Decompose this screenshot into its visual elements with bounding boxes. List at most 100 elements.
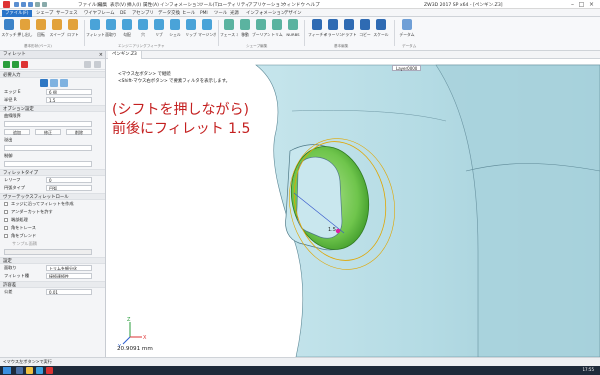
trim-button[interactable]: トリム — [270, 19, 284, 41]
margin-box-button[interactable]: マージンボックス — [198, 19, 216, 41]
section-required[interactable]: 必要入力 — [0, 71, 105, 78]
tab-assembly[interactable]: アセンブリ — [132, 10, 154, 17]
face-offset-button[interactable]: フェース オフセット — [220, 19, 238, 41]
tab-file[interactable]: ファイル(F) — [2, 10, 32, 17]
radius-field[interactable]: 1.5 — [46, 97, 92, 103]
menu-utility[interactable]: ユーティリティ — [218, 2, 250, 8]
shape-select[interactable]: 円弧 — [46, 185, 92, 191]
browser-icon[interactable] — [36, 367, 43, 374]
mirror-button[interactable]: ミラーリング — [324, 19, 342, 41]
cancel-icon[interactable] — [21, 61, 28, 68]
tab-penguin-document[interactable]: ペンギン.Z3 — [108, 51, 142, 59]
minimize-icon[interactable]: – — [569, 1, 576, 8]
checkbox[interactable] — [4, 226, 8, 230]
edge-field[interactable]: 6 個 — [46, 89, 92, 95]
maximize-icon[interactable]: □ — [578, 1, 585, 8]
curve-limit-field[interactable] — [4, 121, 92, 127]
options-icon[interactable] — [84, 61, 91, 68]
rib-button[interactable]: リブ — [152, 19, 166, 41]
tab-surface[interactable]: サーフェス — [56, 10, 78, 17]
panel-close-icon[interactable]: × — [99, 51, 103, 59]
drag-button[interactable]: ドラフト — [341, 19, 357, 41]
datum-button[interactable]: データム — [399, 19, 415, 41]
fillet-face-select[interactable]: 接続連続性 — [46, 273, 92, 279]
checkbox-row[interactable]: エッジに沿ってフィレットを作成 — [0, 200, 105, 208]
menu-edit[interactable]: 編集 — [98, 2, 107, 8]
overflow-field[interactable] — [4, 145, 92, 151]
tab-data-exchange[interactable]: データ交換 — [158, 10, 180, 17]
checkbox[interactable] — [4, 210, 8, 214]
feature-pattern-button[interactable]: フィーチャーパターン — [308, 19, 326, 41]
viewport[interactable]: 1.5 Z X Y ペンギン.Z3 <マウス左ボタン> で継続 <Shift-マ… — [106, 51, 600, 357]
open-icon[interactable] — [21, 2, 26, 7]
checkbox-row[interactable]: 角をトレース — [0, 224, 105, 232]
tab-pmi[interactable]: PMI — [200, 10, 208, 17]
apply-icon[interactable] — [12, 61, 19, 68]
control-field[interactable] — [4, 161, 92, 167]
explorer-icon[interactable] — [26, 367, 33, 374]
scale-button[interactable]: スケール — [373, 19, 389, 41]
close-icon[interactable]: × — [588, 1, 595, 8]
pin-icon[interactable] — [94, 61, 101, 68]
model-view[interactable]: 1.5 Z X Y — [106, 51, 600, 357]
ok-icon[interactable] — [3, 61, 10, 68]
section-optional[interactable]: オプション設定 — [0, 105, 105, 112]
layer-selector[interactable]: Layer0000 — [392, 65, 422, 71]
menu-help[interactable]: ヘルプ — [306, 2, 320, 8]
setback-field[interactable]: 0 — [46, 177, 92, 183]
tab-design[interactable]: デザイン — [284, 10, 302, 17]
redo-icon[interactable] — [42, 2, 47, 7]
sweep-button[interactable]: スイープ — [50, 19, 64, 41]
undo-icon[interactable] — [35, 2, 40, 7]
section-precision[interactable]: 許容差 — [0, 281, 105, 288]
tab-heal[interactable]: ヒール — [182, 10, 195, 17]
tolerance-field[interactable]: 0.01 — [46, 289, 92, 295]
modify-button[interactable]: 修正 — [35, 129, 61, 135]
section-fillet-type[interactable]: フィレットタイプ — [0, 169, 105, 176]
chamfer-button[interactable]: 面取り — [104, 19, 118, 41]
zw3d-app-icon[interactable] — [46, 367, 53, 374]
draft-angle-button[interactable]: 勾配 — [120, 19, 134, 41]
revolve-button[interactable]: 回転 — [34, 19, 48, 41]
menu-insert[interactable]: 挿入(I) — [127, 2, 141, 8]
section-settings[interactable]: 設定 — [0, 257, 105, 264]
checkbox[interactable] — [4, 218, 8, 222]
search-icon[interactable] — [16, 367, 23, 374]
lip-button[interactable]: リップ — [184, 19, 198, 41]
loft-button[interactable]: ロフト — [66, 19, 80, 41]
new-icon[interactable] — [14, 2, 19, 7]
tab-wireframe[interactable]: ワイヤフレーム — [84, 10, 114, 17]
menu-attribute[interactable]: 属性(A) — [143, 2, 159, 8]
fillet-mode-icon[interactable] — [60, 79, 68, 87]
tab-de[interactable]: DE — [120, 10, 126, 17]
menu-info[interactable]: インフォメーション — [160, 2, 201, 8]
fillet-mode-icon[interactable] — [40, 79, 48, 87]
checkbox-row[interactable]: 端部処理 — [0, 216, 105, 224]
tab-information[interactable]: インフォメーション — [246, 10, 285, 17]
delete-button[interactable]: 削除 — [66, 129, 92, 135]
menu-tools[interactable]: ツール(T) — [199, 2, 219, 8]
add-button[interactable]: 追加 — [4, 129, 30, 135]
save-icon[interactable] — [28, 2, 33, 7]
tab-shape[interactable]: シェープ — [36, 10, 53, 17]
checkbox[interactable] — [4, 202, 8, 206]
checkbox-row[interactable]: 角をブレンド — [0, 232, 105, 240]
sketch-button[interactable]: スケッチ — [1, 19, 17, 41]
hole-button[interactable]: 穴 — [136, 19, 150, 41]
trim-select[interactable]: トリムを細分化 — [46, 265, 92, 271]
section-vertex[interactable]: ヴァーテックスフィレットロール — [0, 193, 105, 200]
fillet-button[interactable]: フィレット — [86, 19, 104, 41]
menu-view[interactable]: 表示(V) — [110, 2, 126, 8]
extrude-button[interactable]: 押し出し — [17, 19, 33, 41]
tab-tools[interactable]: ツール — [214, 10, 227, 17]
menu-application[interactable]: アプリケーション — [248, 2, 285, 8]
copy-button[interactable]: コピー — [358, 19, 372, 41]
move-button[interactable]: 移動 — [238, 19, 252, 41]
nurbs-button[interactable]: NURBS — [286, 19, 300, 41]
fillet-mode-icon[interactable] — [50, 79, 58, 87]
tab-light[interactable]: 光源 — [230, 10, 239, 17]
menu-window[interactable]: ウィンドウ — [282, 2, 305, 8]
drag-handle[interactable] — [335, 228, 341, 234]
boolean-button[interactable]: ブーリアン — [252, 19, 270, 41]
shell-button[interactable]: シェル — [168, 19, 182, 41]
